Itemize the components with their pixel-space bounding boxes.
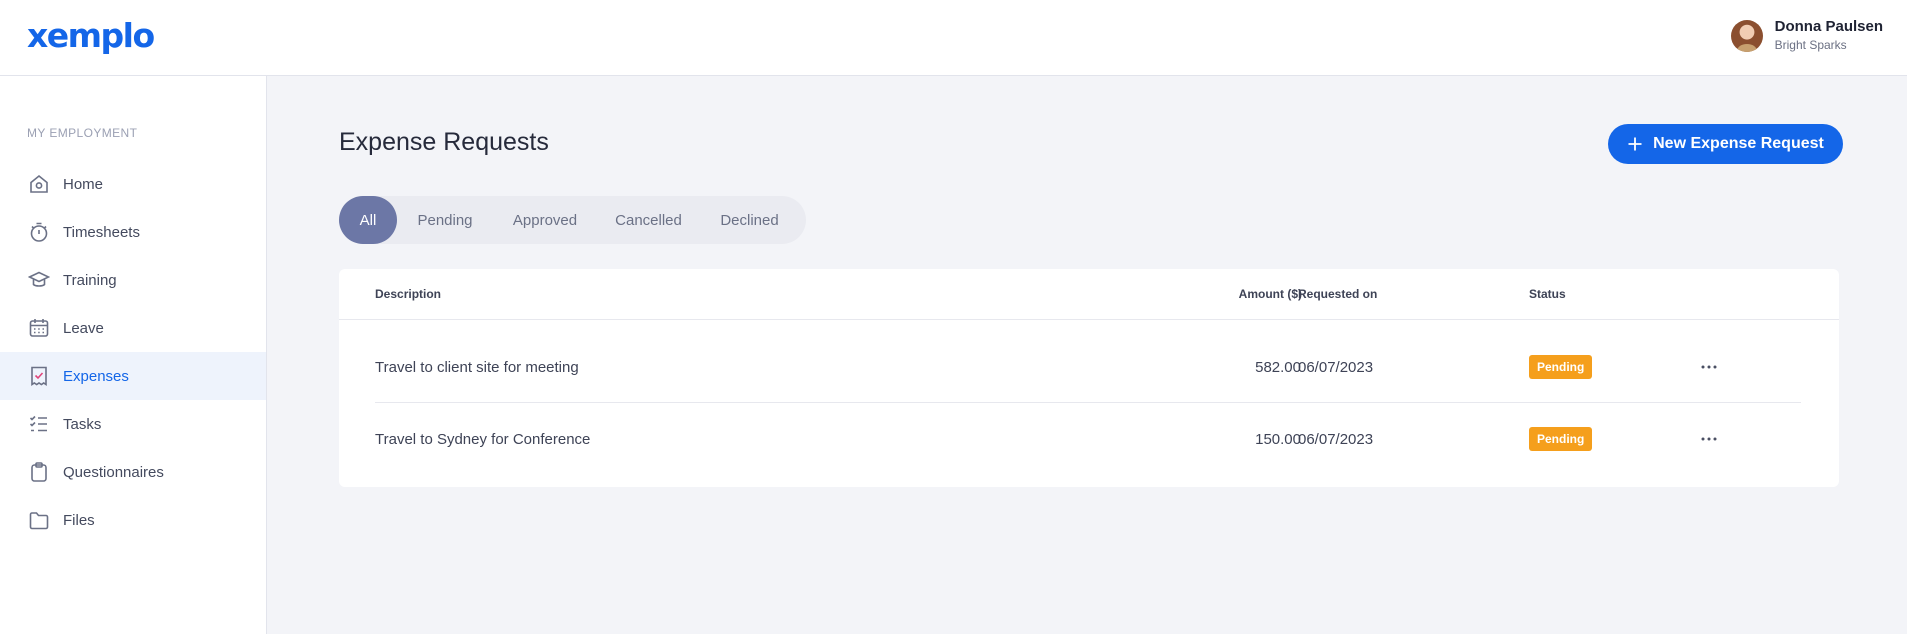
clipboard-icon bbox=[27, 460, 51, 484]
plus-icon bbox=[1627, 136, 1643, 152]
user-profile[interactable]: Donna Paulsen Bright Sparks bbox=[1730, 18, 1883, 54]
status-cell: Pending bbox=[1529, 403, 1593, 475]
amount-cell: 150.00 bbox=[1255, 430, 1301, 448]
top-bar: xemplo Donna Paulsen Bright Sparks bbox=[0, 0, 1907, 76]
folder-icon bbox=[27, 508, 51, 532]
row-actions-button[interactable] bbox=[1701, 403, 1717, 475]
description-cell: Travel to client site for meeting bbox=[375, 358, 579, 376]
sidebar-item-home[interactable]: Home bbox=[0, 160, 266, 208]
new-expense-request-label: New Expense Request bbox=[1653, 135, 1824, 152]
avatar[interactable] bbox=[1730, 20, 1763, 52]
calendar-icon bbox=[27, 316, 51, 340]
sidebar-item-label: Tasks bbox=[63, 415, 102, 433]
sidebar-item-label: Expenses bbox=[63, 367, 129, 385]
tab-pending[interactable]: Pending bbox=[397, 196, 493, 244]
status-filter-tabs: All Pending Approved Cancelled Declined bbox=[339, 196, 806, 244]
column-header-amount: Amount ($) bbox=[1238, 287, 1302, 301]
tab-declined[interactable]: Declined bbox=[700, 196, 799, 244]
sidebar-item-files[interactable]: Files bbox=[0, 496, 266, 544]
sidebar-item-label: Home bbox=[63, 175, 104, 193]
expense-table: Description Amount ($) Requested on Stat… bbox=[339, 269, 1839, 487]
sidebar-item-label: Files bbox=[63, 511, 95, 529]
more-horizontal-icon bbox=[1701, 437, 1717, 441]
graduation-cap-icon bbox=[27, 268, 51, 292]
description-cell: Travel to Sydney for Conference bbox=[375, 430, 591, 448]
sidebar-item-label: Leave bbox=[63, 319, 104, 337]
table-row[interactable]: Travel to Sydney for Conference 150.00 0… bbox=[339, 403, 1839, 475]
status-badge: Pending bbox=[1529, 427, 1593, 451]
sidebar-item-expenses[interactable]: Expenses bbox=[0, 352, 266, 400]
status-badge: Pending bbox=[1529, 355, 1593, 379]
tab-cancelled[interactable]: Cancelled bbox=[597, 196, 700, 244]
table-row[interactable]: Travel to client site for meeting 582.00… bbox=[339, 331, 1839, 403]
sidebar-heading: MY EMPLOYMENT bbox=[27, 126, 138, 140]
stopwatch-icon bbox=[27, 220, 51, 244]
sidebar-item-leave[interactable]: Leave bbox=[0, 304, 266, 352]
user-company: Bright Sparks bbox=[1774, 38, 1847, 52]
new-expense-request-button[interactable]: New Expense Request bbox=[1608, 124, 1843, 164]
sidebar-item-label: Timesheets bbox=[63, 223, 140, 241]
sidebar-item-label: Training bbox=[63, 271, 117, 289]
user-name: Donna Paulsen bbox=[1774, 18, 1883, 35]
column-header-status: Status bbox=[1529, 287, 1566, 301]
page-title: Expense Requests bbox=[339, 128, 549, 156]
task-list-icon bbox=[27, 412, 51, 436]
more-horizontal-icon bbox=[1701, 365, 1717, 369]
requested-on-cell: 06/07/2023 bbox=[1298, 358, 1374, 376]
amount-cell: 582.00 bbox=[1255, 358, 1301, 376]
sidebar-item-label: Questionnaires bbox=[63, 463, 164, 481]
receipt-icon bbox=[27, 364, 51, 388]
header-divider bbox=[339, 319, 1839, 320]
status-cell: Pending bbox=[1529, 331, 1593, 403]
tab-approved[interactable]: Approved bbox=[493, 196, 597, 244]
row-actions-button[interactable] bbox=[1701, 331, 1717, 403]
sidebar-item-training[interactable]: Training bbox=[0, 256, 266, 304]
xemplo-logo[interactable]: xemplo bbox=[27, 16, 155, 55]
column-header-requested-on: Requested on bbox=[1298, 287, 1378, 301]
sidebar: MY EMPLOYMENT Home Timesheets Training L… bbox=[0, 76, 267, 634]
sidebar-item-tasks[interactable]: Tasks bbox=[0, 400, 266, 448]
sidebar-item-questionnaires[interactable]: Questionnaires bbox=[0, 448, 266, 496]
tab-all[interactable]: All bbox=[339, 196, 397, 244]
home-icon bbox=[27, 172, 51, 196]
sidebar-item-timesheets[interactable]: Timesheets bbox=[0, 208, 266, 256]
column-header-description: Description bbox=[375, 287, 442, 301]
requested-on-cell: 06/07/2023 bbox=[1298, 430, 1374, 448]
